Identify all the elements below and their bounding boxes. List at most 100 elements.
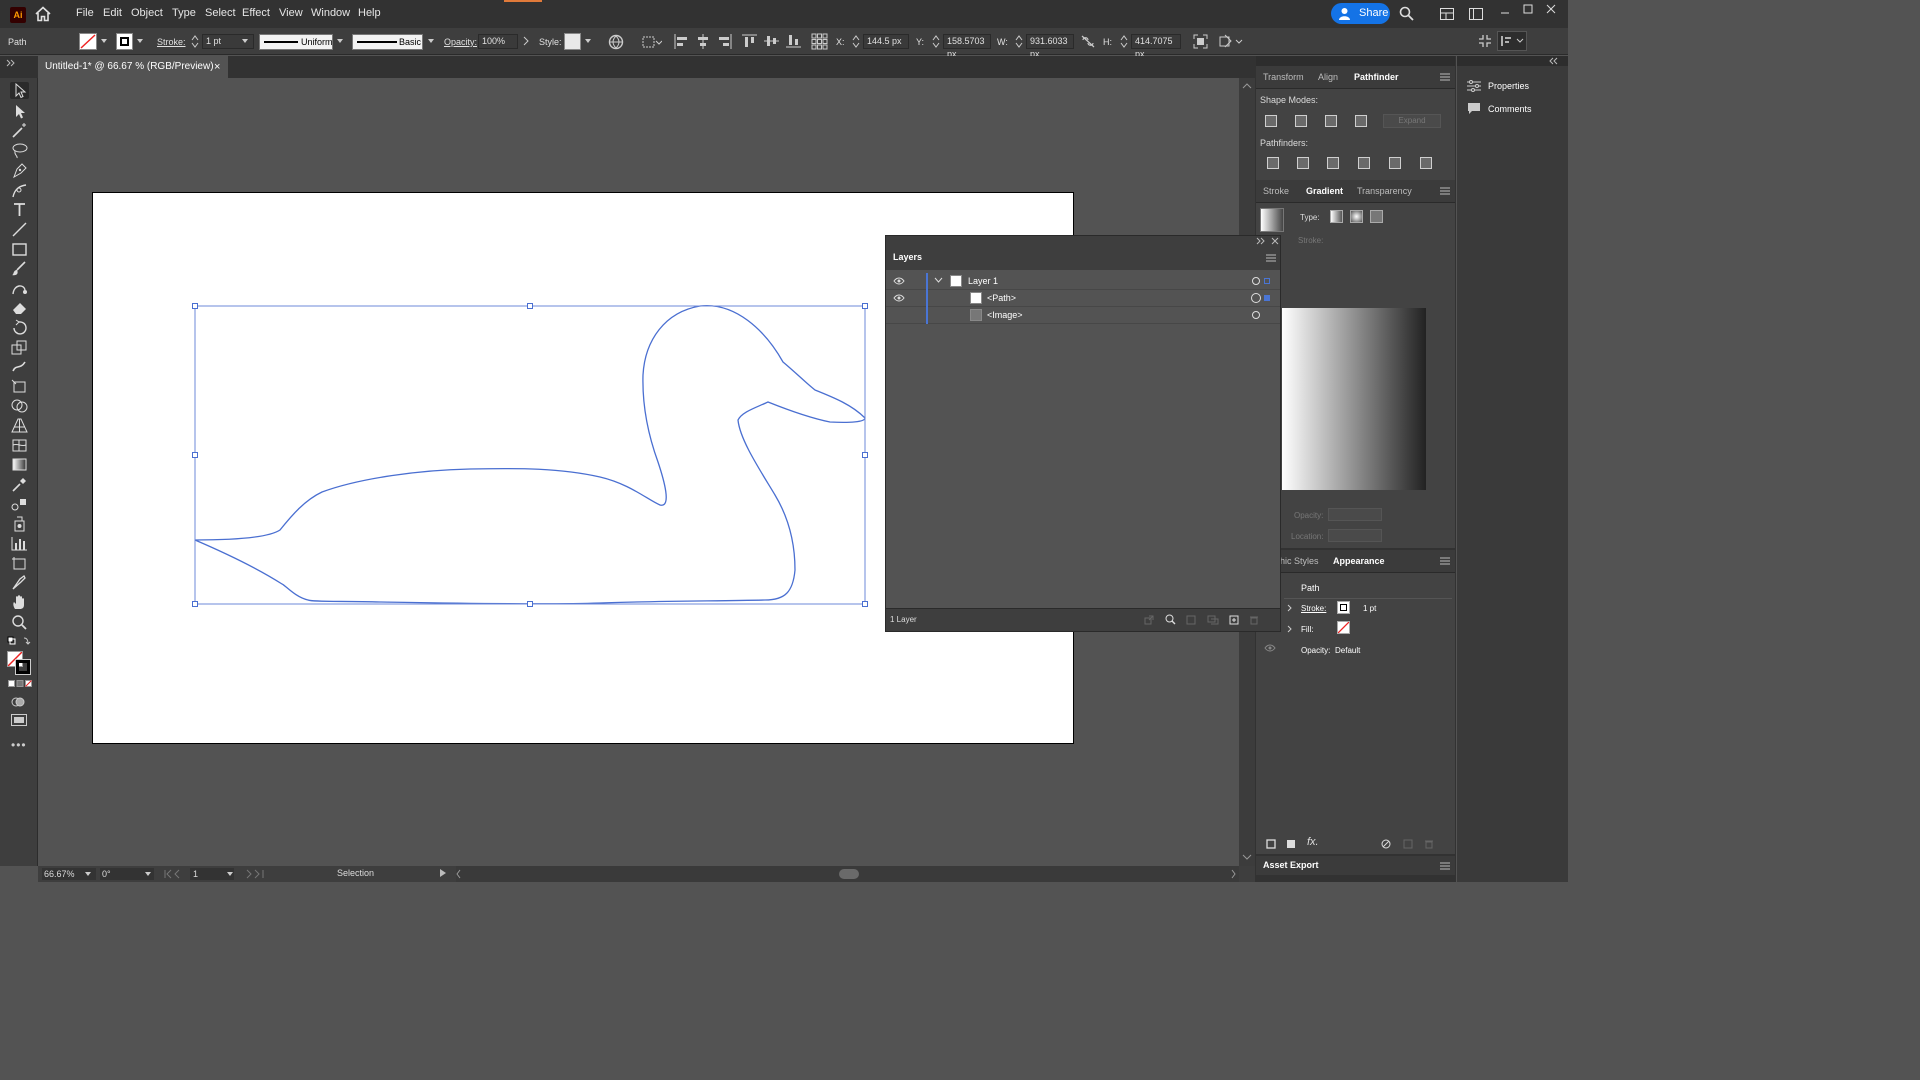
minus-back-icon[interactable]: [1420, 157, 1432, 169]
horizontal-scrollbar[interactable]: [456, 866, 1239, 882]
chevron-down-icon[interactable]: [227, 872, 233, 876]
pen-tool-icon[interactable]: [10, 162, 29, 179]
divide-icon[interactable]: [1267, 157, 1279, 169]
scale-tool-icon[interactable]: [10, 339, 29, 356]
document-tab[interactable]: Untitled-1* @ 66.67 % (RGB/Preview) ×: [38, 56, 228, 78]
drawing-modes-icon[interactable]: [11, 696, 25, 708]
default-colors-icon[interactable]: [7, 636, 31, 646]
chevron-down-icon[interactable]: [585, 39, 591, 43]
align-horizontal-center-icon[interactable]: [696, 34, 710, 49]
align-right-icon[interactable]: [718, 34, 732, 49]
stroke-color-swatch[interactable]: [15, 659, 31, 675]
line-tool-icon[interactable]: [10, 221, 29, 238]
freeform-gradient-icon[interactable]: [1370, 210, 1383, 223]
panel-menu-icon[interactable]: [1440, 187, 1450, 195]
gradient-ramp-preview[interactable]: [1282, 308, 1426, 490]
tab-align[interactable]: Align: [1318, 72, 1338, 82]
panel-menu-icon[interactable]: [1266, 254, 1276, 262]
home-icon[interactable]: [34, 6, 52, 22]
layer-row[interactable]: Layer 1: [886, 273, 1280, 290]
export-icon[interactable]: [1144, 615, 1154, 625]
clipping-mask-icon[interactable]: [1186, 615, 1196, 625]
maximize-icon[interactable]: [1523, 4, 1533, 14]
merge-icon[interactable]: [1327, 157, 1339, 169]
gradient-location-field[interactable]: [1328, 529, 1382, 542]
layer-row[interactable]: <Path>: [886, 290, 1280, 307]
new-layer-icon[interactable]: [1229, 615, 1239, 625]
stepper-icon[interactable]: [1015, 34, 1023, 49]
close-tab-icon[interactable]: ×: [214, 56, 220, 78]
visibility-eye-icon[interactable]: [893, 294, 905, 302]
locate-object-icon[interactable]: [1165, 614, 1176, 625]
stepper-icon[interactable]: [191, 34, 199, 49]
visibility-eye-icon[interactable]: [893, 277, 905, 285]
constrain-proportions-icon[interactable]: [1081, 35, 1095, 48]
chevron-down-icon[interactable]: [137, 39, 143, 43]
tab-stroke[interactable]: Stroke: [1263, 186, 1289, 196]
panel-menu-icon[interactable]: [1440, 73, 1450, 81]
unite-icon[interactable]: [1265, 115, 1277, 127]
properties-icon[interactable]: [1467, 80, 1481, 92]
menu-select[interactable]: Select: [205, 7, 236, 19]
hand-tool-icon[interactable]: [10, 594, 29, 611]
delete-item-icon[interactable]: [1424, 839, 1434, 849]
align-bottom-icon[interactable]: [786, 34, 801, 48]
chevron-down-icon[interactable]: [428, 39, 434, 43]
workspace-icon[interactable]: [1440, 8, 1454, 20]
duplicate-item-icon[interactable]: [1403, 839, 1413, 849]
radial-gradient-icon[interactable]: [1350, 210, 1363, 223]
target-circle-icon[interactable]: [1251, 293, 1261, 303]
chevron-right-icon[interactable]: [1287, 625, 1293, 633]
exclude-icon[interactable]: [1355, 115, 1367, 127]
shaper-tool-icon[interactable]: [10, 280, 29, 297]
brush-definition[interactable]: Basic: [352, 34, 423, 50]
stepper-icon[interactable]: [852, 34, 860, 49]
x-input[interactable]: 144.5 px: [863, 34, 909, 49]
status-menu-icon[interactable]: [439, 868, 447, 878]
screen-mode-icon[interactable]: [11, 714, 27, 726]
blend-tool-icon[interactable]: [10, 496, 29, 513]
menu-window[interactable]: Window: [311, 7, 350, 19]
visibility-eye-icon[interactable]: [1264, 644, 1276, 652]
chevron-right-icon[interactable]: [1287, 604, 1293, 612]
trim-icon[interactable]: [1297, 157, 1309, 169]
tab-layers[interactable]: Layers: [893, 252, 922, 262]
menu-effect[interactable]: Effect: [242, 7, 270, 19]
panel-menu-icon[interactable]: [1440, 557, 1450, 565]
slice-tool-icon[interactable]: [10, 574, 29, 591]
opacity-label[interactable]: Opacity:: [444, 37, 477, 47]
layer-name[interactable]: <Path>: [987, 293, 1016, 303]
arrange-documents-icon[interactable]: [1469, 8, 1483, 20]
align-to-icon[interactable]: [642, 35, 662, 49]
comments-panel-button[interactable]: Comments: [1488, 104, 1532, 114]
target-circle-icon[interactable]: [1252, 311, 1260, 319]
tab-appearance[interactable]: Appearance: [1333, 556, 1385, 566]
menu-object[interactable]: Object: [131, 7, 163, 19]
chevron-down-icon[interactable]: [337, 39, 343, 43]
stroke-label[interactable]: Stroke:: [157, 37, 186, 47]
w-input[interactable]: 931.6033 px: [1026, 34, 1074, 59]
add-fill-icon[interactable]: [1286, 839, 1296, 849]
new-sublayer-icon[interactable]: [1207, 615, 1219, 625]
chevron-down-icon[interactable]: [85, 872, 91, 876]
layer-name[interactable]: <Image>: [987, 310, 1023, 320]
layer-row[interactable]: <Image>: [886, 307, 1280, 324]
more-tools-icon[interactable]: •••: [11, 738, 27, 752]
fill-swatch[interactable]: [79, 33, 97, 50]
appearance-stroke-value[interactable]: 1 pt: [1363, 604, 1376, 613]
zoom-tool-icon[interactable]: [10, 614, 29, 631]
artboard-nav-prev-icon[interactable]: [163, 869, 187, 879]
tab-transparency[interactable]: Transparency: [1357, 186, 1412, 196]
gradient-tool-icon[interactable]: [10, 456, 29, 473]
tab-graphic-styles[interactable]: hic Styles: [1280, 556, 1319, 566]
menu-type[interactable]: Type: [172, 7, 196, 19]
tab-transform[interactable]: Transform: [1263, 72, 1304, 82]
appearance-stroke-swatch[interactable]: [1337, 601, 1350, 614]
menu-help[interactable]: Help: [358, 7, 381, 19]
artboard-tool-icon[interactable]: [10, 555, 29, 572]
align-left-icon[interactable]: [674, 34, 688, 49]
selection-tool-icon[interactable]: [10, 82, 29, 99]
stepper-icon[interactable]: [1120, 34, 1128, 49]
color-mode-icons[interactable]: [8, 680, 32, 688]
chevron-down-icon[interactable]: [101, 39, 107, 43]
